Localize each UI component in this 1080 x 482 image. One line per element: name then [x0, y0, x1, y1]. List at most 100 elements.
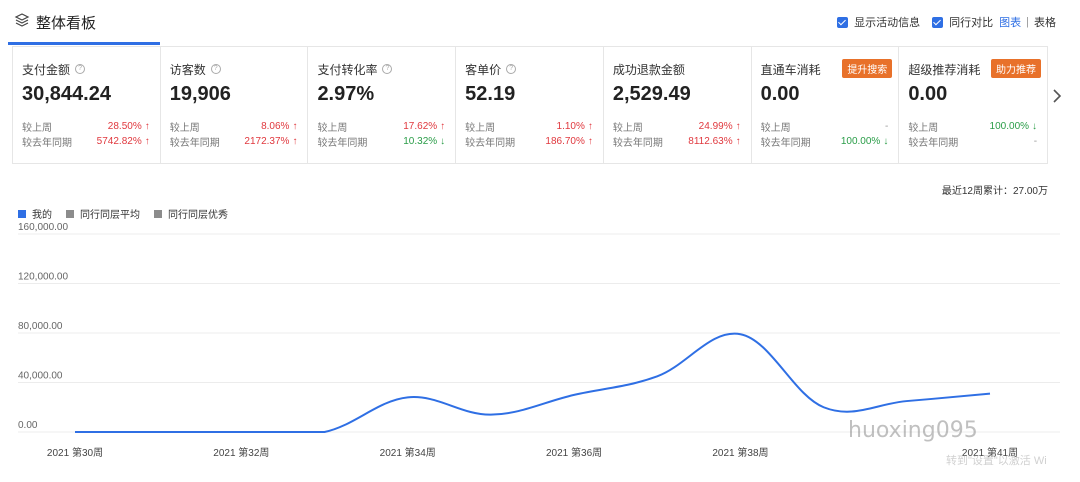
arrow-up-icon: ↑	[144, 136, 150, 147]
metric-card[interactable]: 访客数? 19,906 较上周 8.06% ↑ 较去年同期 2172.37% ↑	[161, 47, 309, 163]
dashboard-title-group[interactable]: 整体看板	[14, 12, 96, 33]
comparison-row: 较去年同期 10.32% ↓	[317, 134, 449, 149]
comparison-value: 10.32% ↓	[403, 136, 445, 147]
metric-card[interactable]: 成功退款金额 2,529.49 较上周 24.99% ↑ 较去年同期 8112.63% ↑	[604, 47, 752, 163]
layers-icon	[14, 12, 30, 33]
comparison-label: 较去年同期	[317, 138, 368, 149]
comparison-value: 8112.63% ↑	[688, 136, 740, 147]
legend-swatch	[66, 209, 74, 218]
comparison-row: 较去年同期 100.00% ↓	[761, 134, 893, 149]
comparison-label: 较去年同期	[465, 138, 516, 149]
legend-label: 同行同层平均	[80, 210, 140, 221]
view-separator: |	[1026, 16, 1029, 28]
comparison-value: -	[1034, 136, 1037, 147]
comparison-pct: 186.70%	[545, 136, 585, 147]
metric-card[interactable]: 直通车消耗 提升搜索 0.00 较上周 - 较去年同期 100.00% ↓	[752, 47, 900, 163]
legend-swatch	[18, 209, 26, 218]
metric-card[interactable]: 客单价? 52.19 较上周 1.10% ↑ 较去年同期 186.70% ↑	[456, 47, 604, 163]
table-view-link[interactable]: 表格	[1034, 14, 1056, 30]
metric-value: 0.00	[908, 83, 948, 105]
comparison-label: 较去年同期	[169, 138, 220, 149]
comparison-label: 较上周	[760, 123, 791, 134]
comparison-value: 5742.82% ↑	[97, 136, 150, 147]
comparison-pct: 24.99%	[698, 121, 733, 132]
help-icon[interactable]: ?	[75, 64, 86, 74]
promo-tag[interactable]: 提升搜索	[842, 59, 893, 78]
x-tick-label: 2021 第30周	[47, 446, 103, 459]
peer-compare-label: 同行对比	[949, 17, 994, 29]
arrow-up-icon: ↑	[144, 121, 150, 132]
x-tick-label: 2021 第32周	[213, 446, 269, 459]
legend-swatch	[154, 209, 162, 218]
chart-legend: 我的 同行同层平均 同行同层优秀	[18, 206, 242, 221]
comparison-row: 较上周 100.00% ↓	[908, 119, 1041, 134]
checkbox-checked-icon	[837, 16, 849, 28]
y-tick-label: 0.00	[18, 420, 38, 431]
legend-label: 同行同层优秀	[168, 210, 228, 221]
metric-comparisons: 较上周 100.00% ↓ 较去年同期 -	[908, 119, 1041, 149]
comparison-label: 较去年同期	[760, 138, 811, 149]
legend-label: 我的	[32, 210, 52, 221]
header-controls: 显示活动信息 同行对比 图表 | 表格	[825, 14, 1056, 30]
comparison-pct: 1.10%	[556, 121, 585, 132]
arrow-up-icon: ↑	[735, 121, 741, 132]
comparison-row: 较上周 28.50% ↑	[22, 119, 154, 134]
show-activity-label: 显示活动信息	[854, 17, 921, 29]
comparison-pct: -	[884, 121, 889, 132]
metric-name-label: 超级推荐消耗	[908, 62, 981, 77]
comparison-label: 较上周	[465, 123, 496, 134]
comparison-label: 较去年同期	[612, 138, 663, 149]
checkbox-checked-icon	[932, 16, 944, 28]
dashboard-header: 整体看板 显示活动信息 同行对比 图表 | 表格	[0, 0, 1080, 45]
comparison-row: 较上周 1.10% ↑	[465, 119, 597, 134]
x-tick-label: 2021 第38周	[712, 446, 768, 459]
metric-card[interactable]: 支付金额? 30,844.24 较上周 28.50% ↑ 较去年同期 5742.82% ↑	[13, 47, 161, 163]
show-activity-checkbox[interactable]: 显示活动信息	[837, 14, 920, 30]
promo-tag[interactable]: 助力推荐	[991, 59, 1042, 78]
metric-name: 支付转化率?	[317, 61, 449, 77]
watermark: huoxing095	[848, 418, 978, 443]
chevron-right-icon[interactable]	[1052, 88, 1062, 109]
comparison-pct: 8112.63%	[688, 136, 733, 147]
metric-comparisons: 较上周 8.06% ↑ 较去年同期 2172.37% ↑	[170, 119, 302, 149]
comparison-label: 较上周	[22, 123, 52, 134]
metric-name-label: 访客数	[169, 62, 206, 77]
metric-card[interactable]: 超级推荐消耗 助力推荐 0.00 较上周 100.00% ↓ 较去年同期 -	[899, 47, 1047, 163]
comparison-pct: 10.32%	[403, 136, 438, 147]
arrow-up-icon: ↑	[587, 121, 593, 132]
peer-compare-checkbox[interactable]: 同行对比	[932, 14, 993, 30]
comparison-row: 较上周 24.99% ↑	[613, 119, 745, 134]
legend-item[interactable]: 同行同层优秀	[154, 206, 228, 221]
comparison-row: 较去年同期 8112.63% ↑	[613, 134, 745, 149]
comparison-row: 较上周 17.62% ↑	[317, 119, 449, 134]
metric-name-label: 直通车消耗	[760, 62, 821, 77]
help-icon[interactable]: ?	[506, 64, 517, 74]
legend-item[interactable]: 我的	[18, 206, 52, 221]
comparison-pct: 8.06%	[261, 121, 290, 132]
chart-view-link[interactable]: 图表	[999, 14, 1021, 30]
comparison-label: 较去年同期	[908, 138, 959, 149]
comparison-row: 较去年同期 5742.82% ↑	[22, 134, 154, 149]
metric-card[interactable]: 支付转化率? 2.97% 较上周 17.62% ↑ 较去年同期 10.32% ↓	[308, 47, 457, 163]
comparison-value: 100.00% ↓	[841, 136, 888, 147]
metric-cards: 支付金额? 30,844.24 较上周 28.50% ↑ 较去年同期 5742.82% ↑ 访客…	[12, 46, 1048, 164]
metric-name: 成功退款金额	[613, 61, 745, 77]
comparison-value: -	[885, 121, 888, 132]
metric-value: 19,906	[169, 83, 231, 105]
x-tick-label: 2021 第36周	[546, 446, 602, 459]
comparison-label: 较上周	[908, 123, 939, 134]
metric-value: 0.00	[760, 83, 800, 105]
help-icon[interactable]: ?	[382, 64, 393, 74]
comparison-value: 8.06% ↑	[261, 121, 297, 132]
metric-name-label: 客单价	[465, 62, 502, 77]
arrow-up-icon: ↑	[587, 136, 593, 147]
comparison-pct: 2172.37%	[244, 136, 290, 147]
comparison-value: 17.62% ↑	[403, 121, 445, 132]
help-icon[interactable]: ?	[210, 64, 221, 74]
metric-value: 2.97%	[317, 83, 375, 105]
legend-item[interactable]: 同行同层平均	[66, 206, 140, 221]
metric-comparisons: 较上周 17.62% ↑ 较去年同期 10.32% ↓	[317, 119, 449, 149]
comparison-pct: 17.62%	[403, 121, 438, 132]
metric-comparisons: 较上周 - 较去年同期 100.00% ↓	[761, 119, 893, 149]
arrow-up-icon: ↑	[735, 136, 741, 147]
